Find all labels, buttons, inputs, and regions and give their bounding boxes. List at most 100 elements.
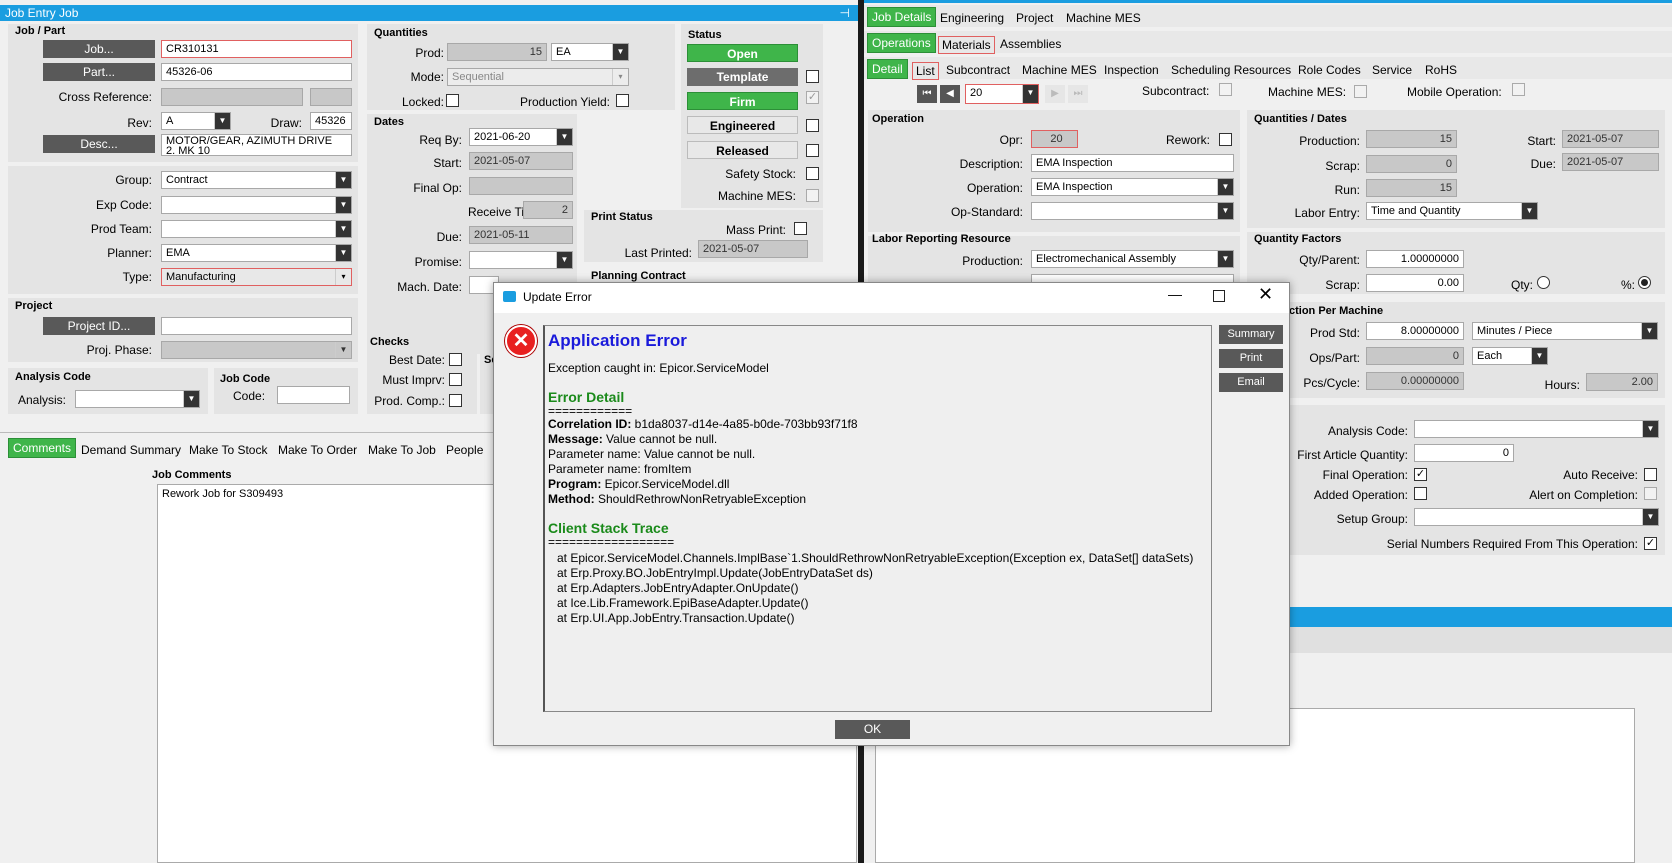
- rev-combo[interactable]: A ▼: [161, 112, 231, 130]
- pin-icon[interactable]: ⊣: [840, 5, 850, 21]
- chevron-down-icon[interactable]: ▼: [335, 245, 351, 261]
- summary-button[interactable]: Summary: [1219, 325, 1283, 344]
- last-record-icon[interactable]: ⏭: [1068, 85, 1088, 103]
- chevron-down-icon[interactable]: ▼: [612, 44, 628, 60]
- email-button[interactable]: Email: [1219, 373, 1283, 392]
- group-combo[interactable]: Contract ▼: [161, 171, 352, 189]
- must-imprv-checkbox[interactable]: [449, 373, 462, 386]
- description-input[interactable]: EMA Inspection: [1031, 154, 1234, 172]
- ops-part-uom-combo[interactable]: Each ▼: [1472, 347, 1548, 365]
- chevron-down-icon[interactable]: ▼: [335, 221, 351, 237]
- tab-machine-mes-2[interactable]: Machine MES: [1022, 63, 1097, 77]
- draw-input[interactable]: 45326: [310, 112, 352, 130]
- tab-detail[interactable]: Detail: [867, 59, 908, 79]
- first-article-input[interactable]: 0: [1414, 444, 1514, 462]
- chevron-down-icon[interactable]: ▼: [556, 252, 572, 268]
- auto-receive-checkbox[interactable]: [1644, 468, 1657, 481]
- tab-inspection[interactable]: Inspection: [1104, 63, 1159, 77]
- chevron-down-icon[interactable]: ▼: [214, 113, 230, 129]
- template-status-button[interactable]: Template: [687, 68, 798, 86]
- maximize-icon[interactable]: [1213, 290, 1225, 302]
- mass-print-checkbox[interactable]: [794, 222, 807, 235]
- qty-radio[interactable]: [1537, 276, 1550, 289]
- error-details-box[interactable]: Application Error Exception caught in: E…: [543, 325, 1212, 712]
- pct-radio[interactable]: [1638, 276, 1651, 289]
- labor-entry-combo[interactable]: Time and Quantity ▼: [1366, 202, 1538, 220]
- chevron-down-icon[interactable]: ▼: [556, 129, 572, 145]
- prod-team-combo[interactable]: ▼: [161, 220, 352, 238]
- labor-production-combo[interactable]: Electromechanical Assembly ▼: [1031, 250, 1234, 268]
- analysis-combo[interactable]: ▼: [75, 390, 200, 408]
- chevron-down-icon[interactable]: ▼: [335, 172, 351, 188]
- print-button[interactable]: Print: [1219, 349, 1283, 368]
- qty-parent-input[interactable]: 1.00000000: [1366, 250, 1464, 268]
- req-by-input[interactable]: 2021-06-20 ▼: [469, 128, 573, 146]
- released-status-button[interactable]: Released: [687, 141, 798, 159]
- engineered-status-button[interactable]: Engineered: [687, 116, 798, 134]
- open-status-button[interactable]: Open: [687, 44, 798, 62]
- tab-list[interactable]: List: [912, 62, 939, 80]
- chevron-down-icon[interactable]: ▼: [1521, 203, 1537, 219]
- template-checkbox[interactable]: [806, 70, 819, 83]
- proj-phase-combo[interactable]: ▼: [161, 341, 352, 359]
- tab-operations[interactable]: Operations: [867, 33, 936, 53]
- chevron-down-icon[interactable]: ▼: [1531, 348, 1547, 364]
- tab-people[interactable]: People: [446, 443, 483, 457]
- job-button[interactable]: Job...: [43, 40, 155, 58]
- chevron-down-icon[interactable]: ▼: [1217, 179, 1233, 195]
- setup-group-combo[interactable]: ▼: [1414, 508, 1659, 526]
- tab-rohs[interactable]: RoHS: [1425, 63, 1457, 77]
- tab-scheduling-resources[interactable]: Scheduling Resources: [1171, 63, 1291, 77]
- next-record-icon[interactable]: ▶: [1045, 85, 1065, 103]
- tab-project[interactable]: Project: [1016, 11, 1053, 25]
- tab-comments[interactable]: Comments: [8, 438, 77, 458]
- added-op-checkbox[interactable]: [1414, 487, 1427, 500]
- prod-std-input[interactable]: 8.00000000: [1366, 322, 1464, 340]
- chevron-down-icon[interactable]: ▼: [1642, 421, 1658, 437]
- prev-record-icon[interactable]: ◀: [940, 85, 960, 103]
- desc-button[interactable]: Desc...: [43, 135, 155, 153]
- chevron-down-icon[interactable]: ▾: [612, 69, 628, 85]
- chevron-down-icon[interactable]: ▼: [1217, 251, 1233, 267]
- operation-combo[interactable]: EMA Inspection ▼: [1031, 178, 1234, 196]
- firm-status-button[interactable]: Firm: [687, 92, 798, 110]
- op-standard-combo[interactable]: ▼: [1031, 202, 1234, 220]
- chevron-down-icon[interactable]: ▼: [335, 342, 351, 358]
- qf-scrap-input[interactable]: 0.00: [1366, 274, 1464, 292]
- best-date-checkbox[interactable]: [449, 353, 462, 366]
- engineered-checkbox[interactable]: [806, 119, 819, 132]
- tab-service[interactable]: Service: [1372, 63, 1412, 77]
- promise-input[interactable]: ▼: [469, 251, 573, 269]
- chevron-down-icon[interactable]: ▾: [335, 269, 351, 285]
- project-id-input[interactable]: [161, 317, 352, 335]
- first-record-icon[interactable]: ⏮: [917, 85, 937, 103]
- project-id-button[interactable]: Project ID...: [43, 317, 155, 335]
- tab-materials[interactable]: Materials: [938, 36, 995, 54]
- chevron-down-icon[interactable]: ▼: [1642, 509, 1658, 525]
- job-input[interactable]: CR310131: [161, 40, 352, 58]
- tab-make-to-job[interactable]: Make To Job: [368, 443, 436, 457]
- planner-combo[interactable]: EMA ▼: [161, 244, 352, 262]
- analysis-code-right-combo[interactable]: ▼: [1414, 420, 1659, 438]
- prod-std-uom-combo[interactable]: Minutes / Piece ▼: [1472, 322, 1658, 340]
- released-checkbox[interactable]: [806, 144, 819, 157]
- tab-subcontract[interactable]: Subcontract: [946, 63, 1010, 77]
- tab-make-to-order[interactable]: Make To Order: [278, 443, 357, 457]
- ok-button[interactable]: OK: [835, 720, 910, 739]
- tab-assemblies[interactable]: Assemblies: [1000, 37, 1061, 51]
- safety-stock-checkbox[interactable]: [806, 167, 819, 180]
- tab-demand-summary[interactable]: Demand Summary: [81, 443, 181, 457]
- chevron-down-icon[interactable]: ▼: [335, 197, 351, 213]
- tab-machine-mes[interactable]: Machine MES: [1066, 11, 1141, 25]
- uom-combo[interactable]: EA ▼: [551, 43, 629, 61]
- chevron-down-icon[interactable]: ▼: [1217, 203, 1233, 219]
- final-op-right-checkbox[interactable]: ✓: [1414, 468, 1427, 481]
- tab-job-details[interactable]: Job Details: [867, 7, 937, 27]
- nav-combo[interactable]: 20 ▼: [965, 84, 1039, 104]
- prod-comp-checkbox[interactable]: [449, 394, 462, 407]
- close-icon[interactable]: ✕: [1258, 284, 1273, 305]
- chevron-down-icon[interactable]: ▼: [1641, 323, 1657, 339]
- desc-input[interactable]: MOTOR/GEAR, AZIMUTH DRIVE 2. MK 10: [161, 134, 352, 156]
- mode-combo[interactable]: Sequential ▾: [447, 68, 629, 86]
- job-code-input[interactable]: [277, 386, 350, 404]
